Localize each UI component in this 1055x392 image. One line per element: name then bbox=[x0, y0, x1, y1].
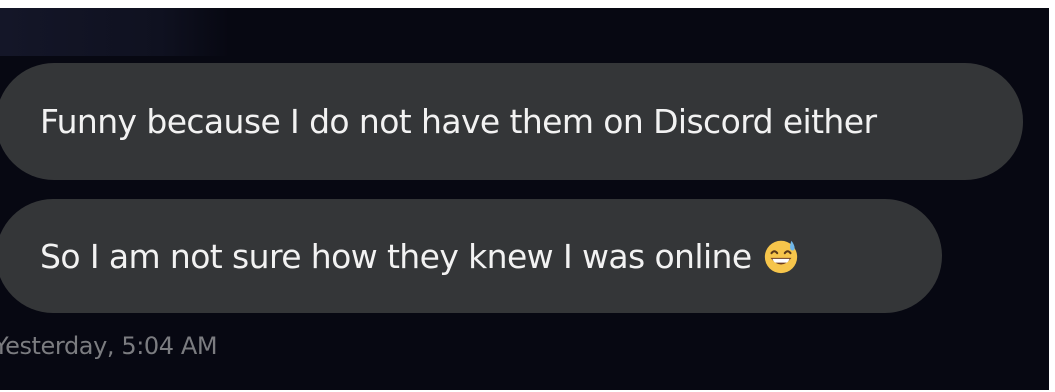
message-bubble[interactable]: Funny because I do not have them on Disc… bbox=[0, 63, 1023, 180]
chat-window: Funny because I do not have them on Disc… bbox=[0, 8, 1049, 390]
header-shadow bbox=[0, 8, 230, 56]
message-bubble[interactable]: So I am not sure how they knew I was onl… bbox=[0, 199, 942, 313]
grinning-face-with-sweat-icon bbox=[764, 240, 797, 274]
message-text: Funny because I do not have them on Disc… bbox=[40, 102, 877, 141]
message-row: So I am not sure how they knew I was onl… bbox=[0, 180, 1049, 313]
message-row: Funny because I do not have them on Disc… bbox=[0, 63, 1049, 180]
message-timestamp: Yesterday, 5:04 AM bbox=[0, 332, 218, 360]
message-group: Funny because I do not have them on Disc… bbox=[0, 63, 1049, 313]
message-text: So I am not sure how they knew I was onl… bbox=[40, 236, 752, 276]
